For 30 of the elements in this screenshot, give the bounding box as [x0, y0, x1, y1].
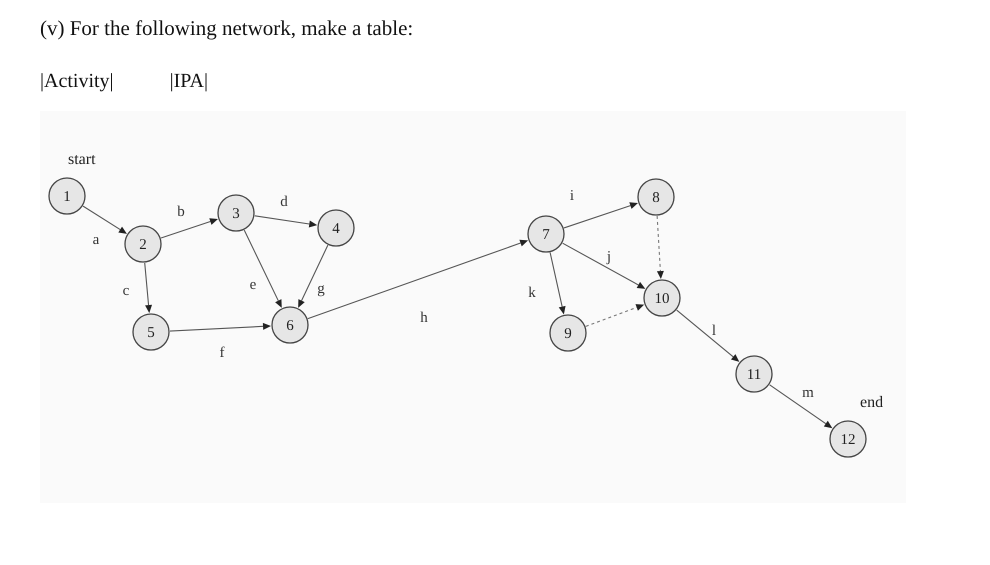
network-node: 10 [643, 279, 681, 317]
activity-label: f [220, 345, 224, 361]
network-node: 1 [48, 177, 86, 215]
activity-label: d [280, 194, 288, 210]
activity-label: l [712, 323, 716, 339]
activity-label: c [122, 283, 130, 299]
column-header: |Activity| [40, 69, 114, 94]
network-node: 9 [549, 314, 587, 352]
network-node: 8 [637, 178, 675, 216]
activity-label: h [420, 310, 428, 326]
activity-label: m [802, 385, 814, 401]
network-node: 7 [527, 215, 565, 253]
activity-label: j [606, 249, 612, 265]
activity-label: a [92, 232, 100, 248]
end-label: end [860, 394, 884, 411]
column-header: |IPA| [170, 69, 208, 94]
network-node: 11 [735, 355, 773, 393]
network-node: 6 [271, 306, 309, 344]
network-node: 3 [217, 194, 255, 232]
activity-label: b [177, 204, 185, 220]
network-node: 12 [829, 420, 867, 458]
network-node: 4 [317, 209, 355, 247]
activity-label: i [570, 188, 574, 204]
start-label: start [68, 151, 96, 168]
activity-label: g [317, 281, 325, 297]
activity-label: k [528, 285, 536, 301]
activity-label: e [250, 277, 256, 293]
network-node: 5 [132, 313, 170, 351]
network-node: 2 [124, 225, 162, 263]
question-text: (v) For the following network, make a table: [40, 15, 414, 42]
